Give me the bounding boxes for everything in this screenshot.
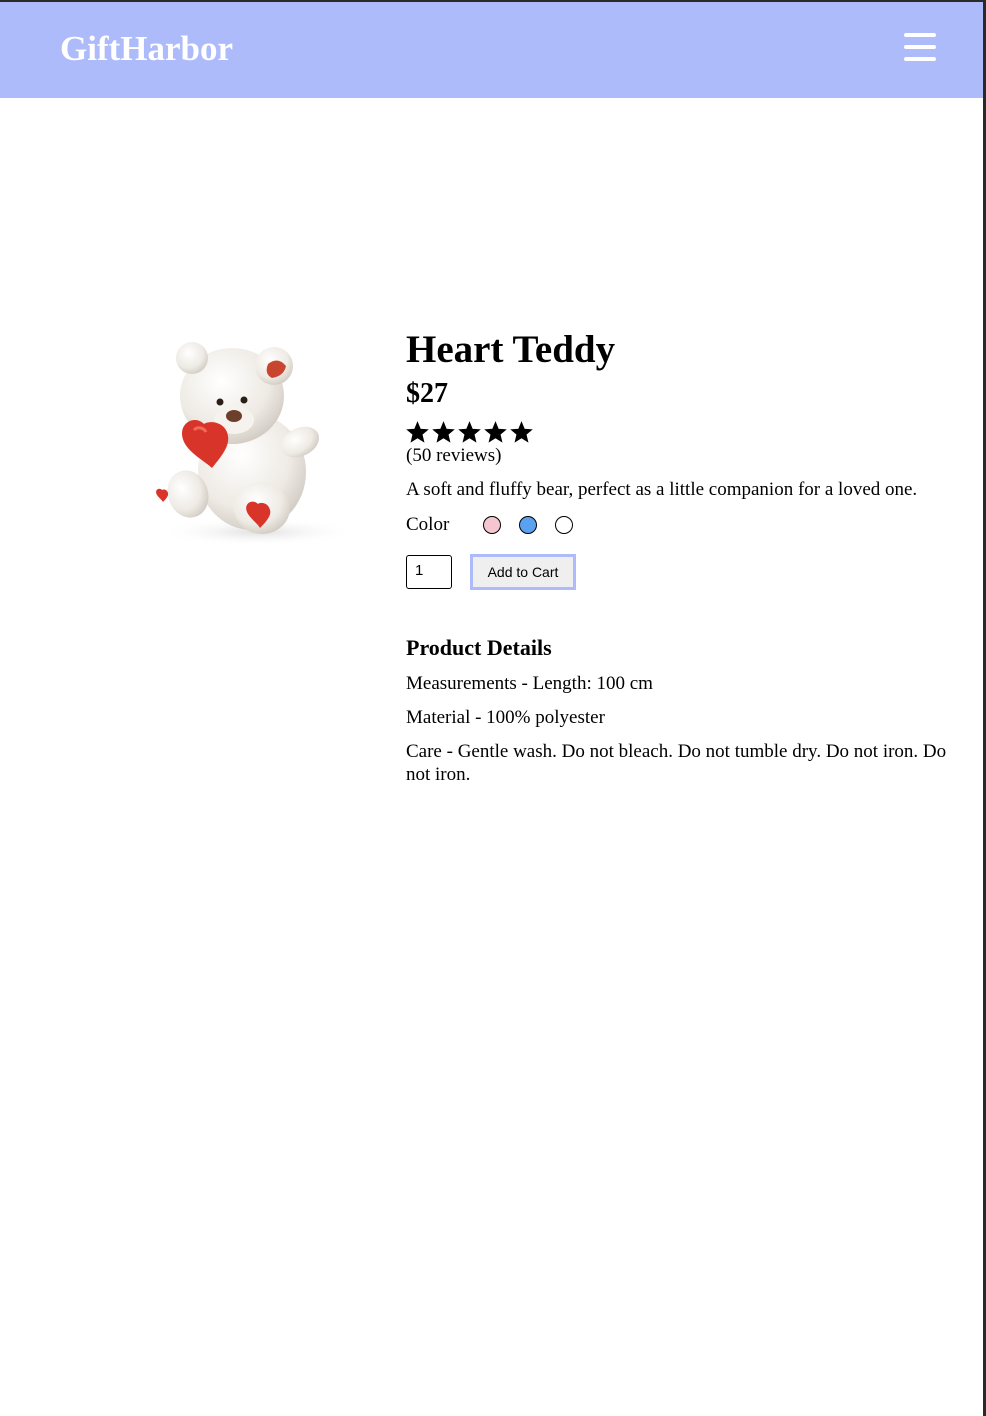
quantity-input[interactable] (406, 555, 452, 589)
brand-logo[interactable]: GiftHarbor (60, 29, 233, 69)
product-info: Heart Teddy $27 (50 reviews) A soft and … (406, 327, 966, 786)
star-icon (484, 421, 507, 443)
star-rating (406, 421, 966, 445)
color-selector: Color (406, 513, 966, 537)
detail-material: Material - 100% polyester (406, 707, 605, 728)
color-swatch-pink[interactable] (483, 516, 501, 534)
star-icon (432, 421, 455, 443)
product-description: A soft and fluffy bear, perfect as a lit… (406, 479, 918, 500)
add-to-cart-row: Add to Cart (406, 553, 966, 591)
star-icon (510, 421, 533, 443)
menu-bar (904, 57, 936, 61)
detail-care: Care - Gentle wash. Do not bleach. Do no… (406, 741, 947, 785)
menu-bar (904, 33, 936, 37)
site-header: GiftHarbor (0, 2, 983, 98)
teddy-bear-image (156, 342, 358, 546)
review-count[interactable]: (50 reviews) (406, 445, 966, 467)
menu-bar (904, 45, 936, 49)
star-icon (406, 421, 429, 443)
product-price: $27 (406, 378, 448, 409)
color-swatch-blue[interactable] (519, 516, 537, 534)
page: GiftHarbor Heart Teddy $27 (50 reviews) … (0, 0, 986, 1416)
detail-measurements: Measurements - Length: 100 cm (406, 673, 653, 694)
product-details-heading: Product Details (406, 635, 552, 660)
product-title: Heart Teddy (406, 328, 616, 371)
star-icon (458, 421, 481, 443)
hamburger-menu-icon[interactable] (902, 32, 936, 66)
color-swatch-white[interactable] (555, 516, 573, 534)
color-label: Color (406, 514, 450, 535)
add-to-cart-button[interactable]: Add to Cart (470, 554, 576, 590)
